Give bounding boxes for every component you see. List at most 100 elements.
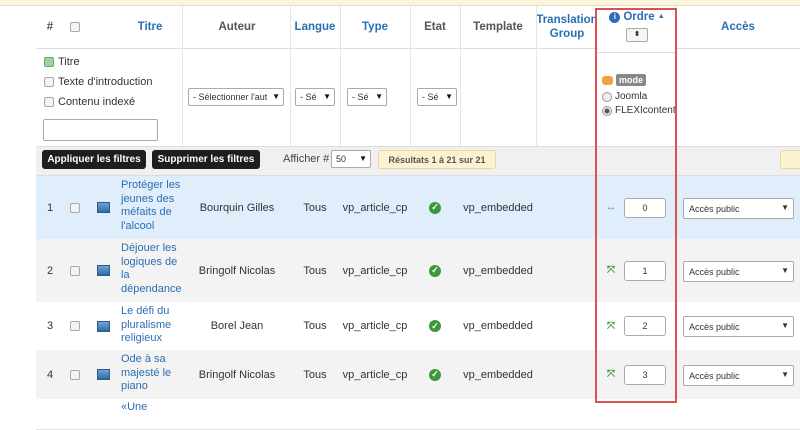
contenu-option-label: Contenu indexé (58, 96, 136, 108)
check-circle-icon[interactable]: ✓ (429, 264, 441, 277)
state-cell: ✓ (410, 350, 460, 399)
item-type-cell (88, 176, 118, 239)
search-in-intro[interactable]: Texte d'introduction (44, 73, 152, 91)
item-title-link[interactable]: Déjouer les logiques de la dépendance (121, 242, 182, 296)
title-line: religieux (121, 332, 162, 344)
ordre-label: Ordre (623, 11, 655, 23)
chevron-down-icon: ▼ (375, 92, 383, 101)
select-all-checkbox[interactable] (70, 22, 80, 32)
intro-checkbox[interactable] (44, 77, 54, 87)
template-cell: vp_embedded (463, 320, 533, 332)
title-line: méfaits de (121, 206, 172, 218)
search-in-options: Titre Texte d'introduction Contenu index… (44, 53, 152, 111)
row-checkbox[interactable] (70, 369, 80, 380)
access-select[interactable]: Accès public ▼ (683, 316, 794, 337)
author-cell: Borel Jean (210, 320, 264, 332)
chevron-down-icon: ▼ (781, 203, 789, 212)
search-in-titre[interactable]: Titre (44, 53, 152, 71)
col-template-header: Template (460, 6, 536, 49)
row-number: 1 (46, 201, 54, 214)
drag-cell: ⤧ (600, 239, 622, 302)
joomla-label: Joomla (615, 91, 648, 102)
col-type-header[interactable]: Type (340, 6, 410, 49)
sort-asc-icon: ▲ (657, 13, 665, 20)
title-line: Protéger les (121, 179, 181, 191)
langue-filter-select[interactable]: - Sé ▼ (295, 88, 335, 106)
access-select[interactable]: Accès public ▼ (683, 261, 794, 282)
clear-filters-button[interactable]: Supprimer les filtres (152, 150, 260, 169)
item-title-link[interactable]: Ode à sa majesté le piano (121, 353, 181, 394)
template-cell: vp_embedded (463, 201, 533, 214)
apply-filters-button[interactable]: Appliquer les filtres (42, 150, 146, 169)
move-arrows-icon[interactable]: ↔ (606, 202, 616, 213)
comment-icon (602, 75, 613, 85)
chevron-down-icon: ▼ (323, 92, 331, 101)
order-input[interactable]: 1 (624, 261, 666, 281)
order-mode-joomla[interactable]: Joomla (602, 91, 647, 102)
mode-badge: mode (616, 74, 647, 86)
order-mode-header: mode (602, 74, 647, 86)
item-title-link[interactable]: Le défi du pluralisme religieux (121, 305, 181, 346)
access-select-value: Accès public (689, 370, 740, 381)
etat-select-value: - Sé (422, 92, 439, 102)
row-checkbox[interactable] (70, 321, 80, 331)
search-in-contenu[interactable]: Contenu indexé (44, 93, 152, 111)
check-circle-icon[interactable]: ✓ (429, 320, 441, 332)
col-translation-group-header[interactable]: Translation Group (536, 6, 598, 49)
move-arrows-icon[interactable]: ⤧ (607, 265, 615, 276)
col-auteur-header: Auteur (182, 6, 292, 49)
move-arrows-icon[interactable]: ⤧ (607, 321, 615, 332)
access-select-value: Accès public (689, 203, 740, 214)
drag-cell: ⤧ (600, 350, 622, 399)
order-mode-flexicontent[interactable]: FLEXIcontent (602, 105, 676, 116)
document-icon (96, 265, 110, 276)
check-circle-icon[interactable]: ✓ (429, 368, 441, 381)
author-cell: Bringolf Nicolas (198, 264, 276, 277)
row-select-cell (64, 350, 86, 399)
column-divider (536, 6, 537, 146)
item-title-link[interactable]: Protéger les jeunes des méfaits de l'alcool (121, 179, 181, 233)
col-langue-header[interactable]: Langue (290, 6, 340, 49)
radio-joomla[interactable] (602, 91, 612, 102)
title-line: pluralisme (121, 318, 172, 331)
column-divider (460, 6, 461, 146)
show-count-select[interactable]: 50 ▼ (331, 150, 371, 168)
results-count: Résultats 1 à 21 sur 21 (378, 150, 496, 169)
radio-flexicontent[interactable] (602, 105, 612, 116)
order-input[interactable]: 3 (624, 365, 666, 385)
language-cell: Tous (303, 368, 327, 381)
access-select[interactable]: Accès public ▼ (683, 365, 794, 386)
show-count-label: Afficher # (283, 153, 330, 165)
move-arrows-icon[interactable]: ⤧ (607, 369, 615, 380)
order-input[interactable]: 0 (624, 198, 666, 218)
check-circle-icon[interactable]: ✓ (429, 201, 441, 214)
order-input[interactable]: 2 (624, 316, 666, 336)
auteur-filter-select[interactable]: - Sélectionner l'aut ▼ (188, 88, 284, 106)
col-etat-header: Etat (410, 6, 460, 49)
type-filter-select[interactable]: - Sé ▼ (347, 88, 387, 106)
title-line: Déjouer les (121, 242, 177, 254)
row-checkbox[interactable] (70, 202, 80, 213)
item-title-link[interactable]: «Une (121, 401, 181, 415)
row-select-cell (64, 302, 86, 350)
title-line: l'alcool (121, 219, 155, 232)
chevron-down-icon: ▼ (781, 370, 789, 379)
table-row: 1 Protéger les jeunes des méfaits de l'alcoo… (36, 176, 800, 240)
etat-filter-select[interactable]: - Sé ▼ (417, 88, 457, 106)
search-input[interactable] (43, 119, 158, 141)
col-acces-header[interactable]: Accès (676, 6, 800, 49)
access-select[interactable]: Accès public ▼ (683, 198, 794, 219)
drag-cell: ⤧ (600, 302, 622, 350)
contenu-checkbox[interactable] (44, 97, 54, 107)
titre-checkbox[interactable] (44, 57, 54, 67)
author-cell: Bourquin Gilles (199, 201, 275, 214)
type-cell: vp_article_cp (342, 201, 408, 214)
author-cell: Bringolf Nicolas (198, 368, 276, 381)
row-checkbox[interactable] (70, 265, 80, 276)
state-cell: ✓ (410, 302, 460, 350)
col-ordre-header[interactable]: i Ordre ▲ ⬍ (598, 6, 676, 53)
row-number: 4 (46, 368, 54, 381)
right-toolbar-tag (780, 150, 800, 169)
chevron-down-icon: ▼ (781, 321, 789, 330)
ordre-toggle-button[interactable]: ⬍ (626, 28, 648, 42)
